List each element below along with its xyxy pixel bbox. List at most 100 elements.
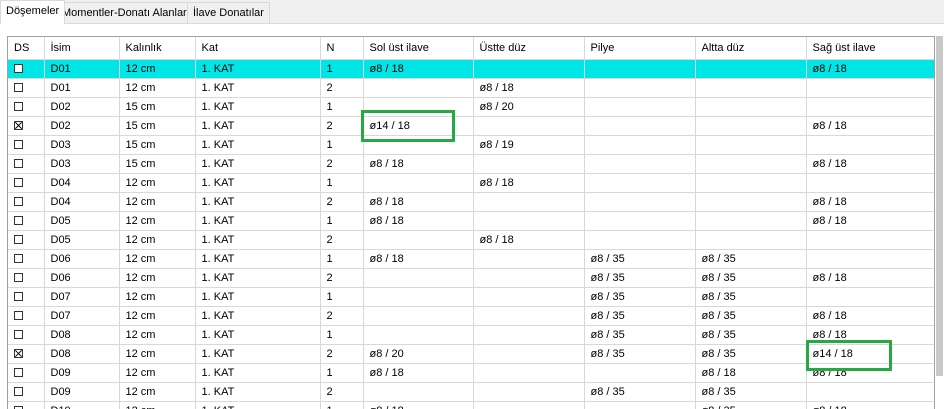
cell-n[interactable]: 1 [320, 59, 364, 79]
cell-sol[interactable]: ø8 / 18 [363, 154, 474, 174]
cell-ustte[interactable] [473, 192, 585, 212]
cell-ustte[interactable]: ø8 / 18 [473, 78, 585, 98]
cell-kat[interactable]: 1. KAT [195, 382, 321, 402]
ds-checkbox[interactable] [14, 405, 23, 409]
cell-ustte[interactable]: ø8 / 18 [473, 173, 585, 193]
cell-altta[interactable]: ø8 / 35 [695, 401, 807, 409]
cell-n[interactable]: 2 [320, 230, 364, 250]
cell-sag[interactable]: ø8 / 18 [806, 306, 934, 326]
cell-ustte[interactable] [473, 154, 585, 174]
ds-checkbox[interactable] [14, 139, 23, 149]
cell-kalinlik[interactable]: 12 cm [119, 344, 196, 364]
cell-isim[interactable]: D05 [44, 230, 120, 250]
cell-kat[interactable]: 1. KAT [195, 154, 321, 174]
table-row[interactable]: D05 12 cm 1. KAT 1 ø8 / 18 ø8 / 18 [8, 211, 934, 231]
table-row[interactable]: D06 12 cm 1. KAT 1 ø8 / 18 ø8 / 35 ø8 / 35 [8, 249, 934, 269]
cell-sol[interactable] [363, 230, 474, 250]
vertical-scrollbar[interactable] [935, 36, 944, 409]
cell-kalinlik[interactable]: 12 cm [119, 249, 196, 269]
cell-n[interactable]: 2 [320, 78, 364, 98]
column-header-ds[interactable]: DS [8, 37, 45, 60]
cell-kat[interactable]: 1. KAT [195, 97, 321, 117]
cell-kat[interactable]: 1. KAT [195, 59, 321, 79]
cell-kalinlik[interactable]: 12 cm [119, 78, 196, 98]
cell-altta[interactable] [695, 97, 807, 117]
cell-kat[interactable]: 1. KAT [195, 78, 321, 98]
cell-kat[interactable]: 1. KAT [195, 211, 321, 231]
cell-altta[interactable]: ø8 / 35 [695, 268, 807, 288]
cell-sag[interactable]: ø8 / 18 [806, 211, 934, 231]
ds-checkbox[interactable] [14, 253, 23, 263]
cell-n[interactable]: 1 [320, 401, 364, 409]
cell-pilye[interactable] [584, 173, 696, 193]
table-row[interactable]: D04 12 cm 1. KAT 1 ø8 / 18 [8, 173, 934, 193]
cell-sag[interactable] [806, 78, 934, 98]
column-header-ustte-duz[interactable]: Üstte düz [473, 37, 585, 60]
cell-altta[interactable] [695, 192, 807, 212]
cell-kat[interactable]: 1. KAT [195, 192, 321, 212]
cell-kalinlik[interactable]: 12 cm [119, 211, 196, 231]
table-row[interactable]: D03 15 cm 1. KAT 2 ø8 / 18 ø8 / 18 [8, 154, 934, 174]
table-row[interactable]: D02 15 cm 1. KAT 2 ø14 / 18 ø8 / 18 [8, 116, 934, 136]
ds-checkbox[interactable] [14, 177, 23, 187]
cell-pilye[interactable] [584, 116, 696, 136]
cell-sol[interactable]: ø8 / 18 [363, 249, 474, 269]
cell-sag[interactable] [806, 135, 934, 155]
cell-ustte[interactable] [473, 287, 585, 307]
cell-n[interactable]: 1 [320, 363, 364, 383]
cell-isim[interactable]: D04 [44, 173, 120, 193]
cell-n[interactable]: 1 [320, 249, 364, 269]
cell-kat[interactable]: 1. KAT [195, 344, 321, 364]
cell-isim[interactable]: D04 [44, 192, 120, 212]
column-header-kalinlik[interactable]: Kalınlık [119, 37, 196, 60]
cell-isim[interactable]: D02 [44, 116, 120, 136]
cell-altta[interactable] [695, 116, 807, 136]
cell-sol[interactable] [363, 382, 474, 402]
ds-checkbox[interactable] [14, 386, 23, 396]
cell-isim[interactable]: D03 [44, 135, 120, 155]
cell-kalinlik[interactable]: 15 cm [119, 154, 196, 174]
cell-sol[interactable] [363, 268, 474, 288]
ds-checkbox[interactable] [14, 215, 23, 225]
cell-sol[interactable]: ø14 / 18 [363, 116, 474, 136]
cell-isim[interactable]: D05 [44, 211, 120, 231]
cell-kalinlik[interactable]: 12 cm [119, 287, 196, 307]
cell-pilye[interactable]: ø8 / 35 [584, 287, 696, 307]
cell-altta[interactable] [695, 211, 807, 231]
cell-sag[interactable] [806, 230, 934, 250]
cell-kat[interactable]: 1. KAT [195, 249, 321, 269]
cell-kalinlik[interactable]: 12 cm [119, 382, 196, 402]
ds-checkbox[interactable] [14, 82, 23, 92]
cell-kalinlik[interactable]: 15 cm [119, 135, 196, 155]
cell-sol[interactable]: ø8 / 18 [363, 211, 474, 231]
cell-kalinlik[interactable]: 12 cm [119, 401, 196, 409]
cell-altta[interactable]: ø8 / 35 [695, 306, 807, 326]
cell-ustte[interactable] [473, 325, 585, 345]
cell-kalinlik[interactable]: 15 cm [119, 116, 196, 136]
cell-ustte[interactable]: ø8 / 18 [473, 230, 585, 250]
cell-n[interactable]: 2 [320, 306, 364, 326]
cell-sag[interactable]: ø8 / 18 [806, 363, 934, 383]
table-row[interactable]: D05 12 cm 1. KAT 2 ø8 / 18 [8, 230, 934, 250]
cell-n[interactable]: 2 [320, 154, 364, 174]
cell-sag[interactable] [806, 249, 934, 269]
cell-n[interactable]: 1 [320, 135, 364, 155]
column-header-kat[interactable]: Kat [195, 37, 321, 60]
column-header-pilye[interactable]: Pilye [584, 37, 696, 60]
scrollbar-thumb[interactable] [936, 36, 943, 376]
cell-kat[interactable]: 1. KAT [195, 306, 321, 326]
ds-checkbox[interactable] [14, 348, 23, 358]
cell-n[interactable]: 2 [320, 192, 364, 212]
cell-altta[interactable]: ø8 / 18 [695, 363, 807, 383]
table-row[interactable]: D09 12 cm 1. KAT 2 ø8 / 35 ø8 / 35 [8, 382, 934, 402]
column-header-n[interactable]: N [320, 37, 364, 60]
cell-n[interactable]: 1 [320, 325, 364, 345]
ds-checkbox[interactable] [14, 101, 23, 111]
cell-altta[interactable]: ø8 / 35 [695, 249, 807, 269]
tab-momentler-donati-alanlari[interactable]: Momentler-Donatı Alanları [56, 2, 196, 23]
table-row[interactable]: D08 12 cm 1. KAT 2 ø8 / 20 ø8 / 35 ø8 / 35 ø14 … [8, 344, 934, 364]
cell-isim[interactable]: D03 [44, 154, 120, 174]
cell-ustte[interactable] [473, 249, 585, 269]
cell-sag[interactable]: ø14 / 18 [806, 344, 934, 364]
cell-pilye[interactable] [584, 401, 696, 409]
